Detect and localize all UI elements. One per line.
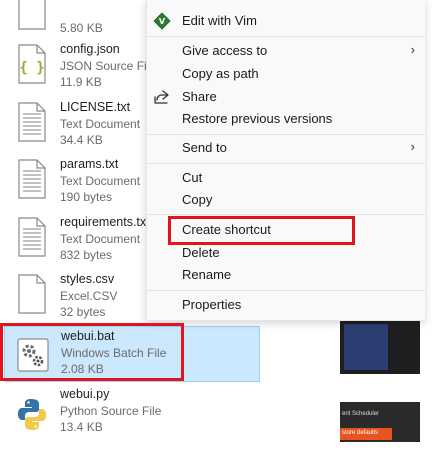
menu-item-edit-with-vim[interactable]: V Edit with Vim <box>147 10 425 32</box>
chevron-right-icon: › <box>410 42 415 57</box>
menu-separator <box>147 163 425 164</box>
file-type: Python Source File <box>60 404 162 418</box>
generic-file-icon <box>18 274 46 314</box>
chevron-right-icon: › <box>410 139 415 154</box>
menu-item-rename[interactable]: Rename <box>147 264 425 286</box>
file-type: Excel.CSV <box>60 289 118 303</box>
svg-text:{ }: { } <box>19 60 44 76</box>
menu-label: Give access to <box>182 43 268 58</box>
vim-icon: V <box>153 12 171 30</box>
menu-label: Restore previous versions <box>182 111 333 126</box>
svg-text:V: V <box>159 17 166 26</box>
menu-item-copy-as-path[interactable]: Copy as path <box>147 63 425 85</box>
share-icon <box>154 90 169 104</box>
menu-item-properties[interactable]: Properties <box>147 294 425 316</box>
background-window-panel-2: ent Scheduler store defaults <box>340 402 420 442</box>
file-name: requirements.txt <box>60 215 150 229</box>
menu-label: Copy as path <box>182 66 259 81</box>
menu-item-send-to[interactable]: Send to › <box>147 137 425 159</box>
file-size: 832 bytes <box>60 248 113 262</box>
highlight-create-shortcut <box>168 216 355 245</box>
generic-file-icon <box>18 0 46 30</box>
json-file-icon: { } <box>18 44 46 84</box>
context-menu: V Edit with Vim Give access to › Copy as… <box>146 0 425 321</box>
background-thumbnail <box>344 324 388 370</box>
text-file-icon <box>18 217 46 257</box>
file-size: 34.4 KB <box>60 133 103 147</box>
menu-label: Edit with Vim <box>182 13 257 28</box>
file-name: config.json <box>60 42 120 56</box>
file-size: 190 bytes <box>60 190 113 204</box>
file-size: 11.9 KB <box>60 75 102 89</box>
file-type: JSON Source File <box>60 59 157 73</box>
menu-label: Send to <box>182 140 227 155</box>
menu-item-share[interactable]: Share <box>147 86 425 108</box>
menu-label: Properties <box>182 297 242 312</box>
text-file-icon <box>18 159 46 199</box>
menu-label: Share <box>182 89 217 104</box>
menu-separator <box>147 290 425 291</box>
file-size: 5.80 KB <box>60 21 103 35</box>
menu-label: Delete <box>182 245 220 260</box>
file-name: LICENSE.txt <box>60 100 131 114</box>
file-size: 13.4 KB <box>60 420 103 434</box>
menu-item-copy[interactable]: Copy <box>147 189 425 211</box>
file-name: params.txt <box>60 157 119 171</box>
background-label: ent Scheduler <box>342 411 380 417</box>
file-item[interactable]: webui.py Python Source File 13.4 KB <box>0 385 262 441</box>
file-name: webui.py <box>60 387 110 401</box>
menu-separator <box>147 134 425 135</box>
text-file-icon <box>18 102 46 142</box>
python-file-icon <box>18 399 46 430</box>
menu-item-restore-previous-versions[interactable]: Restore previous versions <box>147 108 425 130</box>
file-name: styles.csv <box>60 272 115 286</box>
file-type: Text Document <box>60 232 141 246</box>
file-type: Text Document <box>60 174 141 188</box>
highlight-webui-bat <box>0 323 184 381</box>
menu-separator <box>147 214 425 215</box>
file-type: Text Document <box>60 117 141 131</box>
menu-item-cut[interactable]: Cut <box>147 167 425 189</box>
menu-item-delete[interactable]: Delete <box>147 242 425 264</box>
menu-item-give-access-to[interactable]: Give access to › <box>147 40 425 62</box>
file-size: 32 bytes <box>60 305 106 319</box>
restore-defaults-button: store defaults <box>340 428 392 440</box>
menu-label: Copy <box>182 192 213 207</box>
menu-label: Cut <box>182 170 203 185</box>
menu-separator <box>147 36 425 37</box>
background-window-panel <box>340 320 420 374</box>
menu-label: Rename <box>182 267 232 282</box>
